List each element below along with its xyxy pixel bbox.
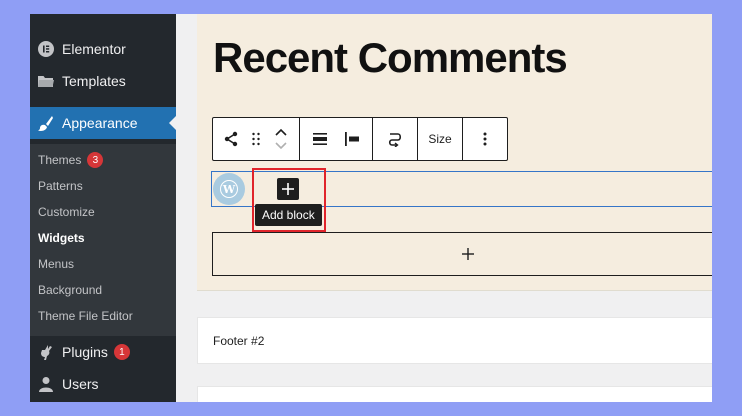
menu-item-label: Elementor	[62, 41, 126, 57]
submenu-item-menus[interactable]: Menus	[38, 255, 74, 273]
menu-item-plugins[interactable]: Plugins 1	[30, 336, 176, 368]
align-button[interactable]	[304, 118, 336, 160]
justify-button[interactable]	[336, 118, 368, 160]
plus-icon	[461, 248, 474, 260]
toolbar-group-move	[213, 118, 300, 160]
menu-item-label: Templates	[62, 73, 126, 89]
wrap-button[interactable]	[377, 118, 413, 160]
chevron-down-icon	[275, 142, 287, 150]
size-button[interactable]: Size	[420, 118, 460, 160]
admin-sidebar: Elementor Templates Appearance Themes 3 …	[30, 14, 176, 402]
submenu-item-label: Widgets	[38, 231, 85, 245]
block-toolbar: Size	[212, 117, 508, 161]
menu-item-users[interactable]: Users	[30, 368, 176, 400]
toolbar-group-size: Size	[418, 118, 463, 160]
widget-area-footer-2[interactable]: Footer #2	[197, 317, 712, 364]
menu-item-templates[interactable]: Templates	[30, 65, 176, 97]
menu-item-label: Appearance	[62, 115, 138, 131]
widget-area-title: Footer #2	[213, 333, 265, 348]
menu-item-label: Plugins	[62, 344, 108, 360]
wordpress-logo-icon: W	[213, 173, 245, 205]
elementor-icon	[37, 41, 54, 58]
widgets-editor: Recent Comments Size W Add block Footer …	[176, 14, 712, 402]
wp-admin-window: Elementor Templates Appearance Themes 3 …	[30, 14, 712, 402]
menu-item-label: Users	[62, 376, 99, 392]
paintbrush-icon	[37, 115, 54, 132]
add-block-button[interactable]	[277, 178, 299, 200]
submenu-item-label: Customize	[38, 205, 95, 219]
widget-area-block: Recent Comments Size W Add block	[197, 14, 712, 291]
drag-handle-icon	[252, 132, 260, 146]
submenu-item-patterns[interactable]: Patterns	[38, 177, 83, 195]
move-buttons[interactable]	[267, 118, 295, 160]
user-icon	[37, 376, 54, 393]
plug-icon	[37, 344, 54, 361]
share-button[interactable]	[217, 118, 245, 160]
align-wide-icon	[313, 133, 327, 145]
widget-area-next[interactable]	[197, 386, 712, 402]
appearance-submenu: Themes 3 Patterns Customize Widgets Menu…	[30, 144, 176, 336]
drag-handle[interactable]	[245, 118, 267, 160]
justify-left-icon	[345, 132, 359, 146]
submenu-item-themes[interactable]: Themes 3	[38, 151, 104, 169]
submenu-item-theme-file-editor[interactable]: Theme File Editor	[38, 307, 133, 325]
submenu-item-background[interactable]: Background	[38, 281, 102, 299]
submenu-item-customize[interactable]: Customize	[38, 203, 95, 221]
plus-icon	[282, 183, 294, 195]
more-vertical-icon	[483, 132, 487, 146]
submenu-item-label: Patterns	[38, 179, 83, 193]
add-block-tooltip: Add block	[255, 204, 322, 226]
update-count-badge: 3	[87, 152, 104, 168]
submenu-item-label: Theme File Editor	[38, 309, 133, 323]
update-count-badge: 1	[113, 344, 130, 360]
submenu-item-label: Background	[38, 283, 103, 297]
submenu-item-label: Themes	[38, 153, 82, 167]
folder-icon	[37, 73, 54, 90]
share-icon	[224, 131, 238, 147]
active-indicator	[169, 116, 176, 130]
chevron-up-icon	[275, 128, 287, 136]
menu-item-elementor[interactable]: Elementor	[30, 33, 176, 65]
menu-item-appearance[interactable]: Appearance	[30, 107, 176, 139]
toolbar-group-align	[300, 118, 373, 160]
wrap-icon	[388, 133, 402, 147]
widget-heading[interactable]: Recent Comments	[213, 34, 568, 82]
submenu-item-widgets[interactable]: Widgets	[38, 229, 85, 247]
submenu-item-label: Menus	[38, 257, 75, 271]
toolbar-group-wrap	[373, 118, 418, 160]
toolbar-group-options	[463, 118, 507, 160]
block-appender-button[interactable]	[212, 232, 712, 276]
options-button[interactable]	[465, 118, 505, 160]
